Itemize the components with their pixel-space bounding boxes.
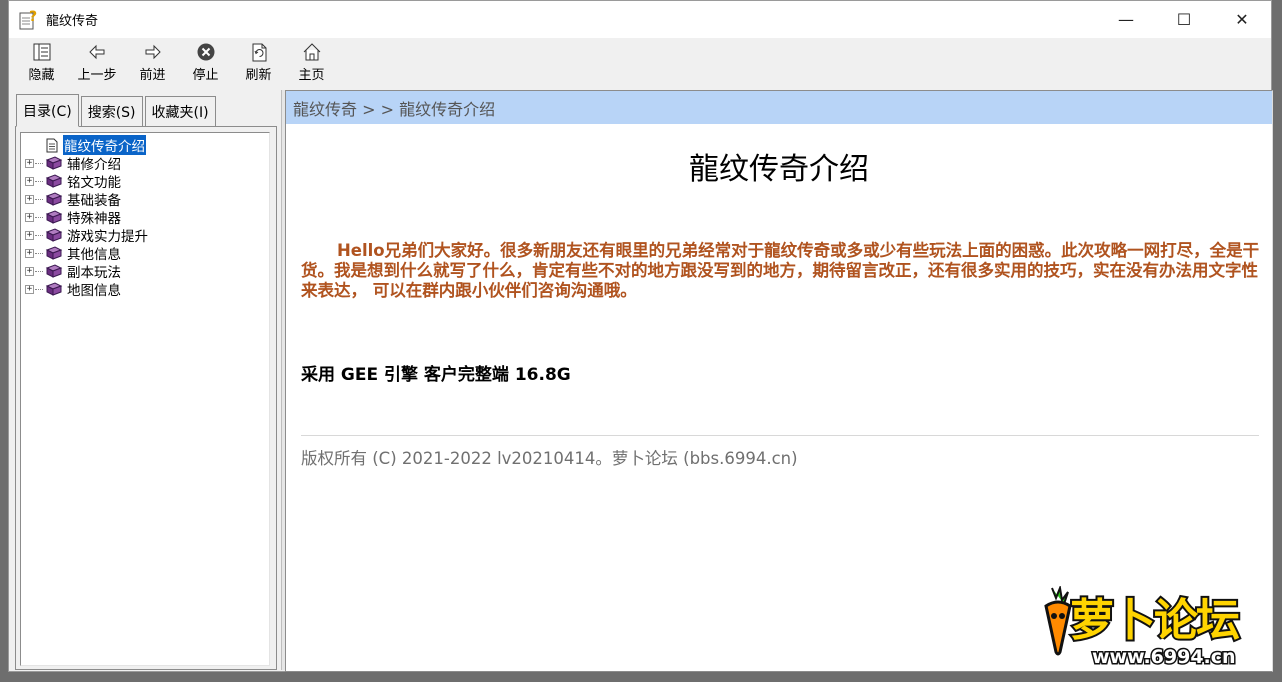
book-icon [45,246,63,260]
engine-info: 采用 GEE 引擎 客户完整端 16.8G [301,365,571,385]
home-button[interactable]: 主页 [285,38,338,86]
nav-tabs: 目录(C) 搜索(S) 收藏夹(I) [12,90,280,127]
svg-text:?: ? [29,9,37,25]
hide-button[interactable]: 隐藏 [15,38,68,86]
book-icon [45,192,63,206]
watermark-logo: 萝卜论坛 www.6994.cn [1030,580,1270,672]
contents-panel: 龍纹传奇介绍 + 辅修介绍 + 铭文功能 + 基础装备 + 特殊神器 + 游戏实… [15,126,277,670]
toolbar: 隐藏 上一步 前进 停止 刷新 主页 [9,38,1271,87]
book-icon [45,282,63,296]
tree-item-book[interactable]: + 铭文功能 [21,172,269,191]
tree-item-label: 特殊神器 [67,211,121,227]
book-icon [45,228,63,242]
copyright-text: 版权所有 (C) 2021-2022 lv20210414。萝卜论坛 (bbs.… [301,449,798,468]
forward-button[interactable]: 前进 [126,38,179,86]
window-title: 龍纹传奇 [46,14,99,29]
tree-item-label: 地图信息 [67,283,121,299]
expand-toggle[interactable]: + [25,248,34,258]
refresh-label: 刷新 [245,68,272,83]
tree-item-label: 铭文功能 [67,175,121,191]
forward-arrow-icon [143,41,163,63]
tab-favorites[interactable]: 收藏夹(I) [144,96,216,127]
tree-item-label: 辅修介绍 [67,157,121,173]
close-button[interactable]: ✕ [1213,1,1271,38]
tree-item-book[interactable]: + 基础装备 [21,190,269,209]
minimize-button[interactable]: — [1097,1,1155,38]
tab-contents[interactable]: 目录(C) [16,94,79,127]
tree-item-book[interactable]: + 副本玩法 [21,262,269,281]
contents-tree[interactable]: 龍纹传奇介绍 + 辅修介绍 + 铭文功能 + 基础装备 + 特殊神器 + 游戏实… [20,132,270,666]
tree-item-book[interactable]: + 辅修介绍 [21,154,269,173]
tree-item-book[interactable]: + 其他信息 [21,244,269,263]
expand-toggle[interactable]: + [25,194,34,204]
book-icon [45,174,63,188]
breadcrumb-text: 龍纹传奇 > > 龍纹传奇介绍 [293,99,496,119]
back-label: 上一步 [77,68,117,83]
watermark-url: www.6994.cn [1091,645,1238,670]
stop-label: 停止 [192,68,219,83]
home-icon [302,41,322,63]
back-arrow-icon [87,41,107,63]
expand-toggle[interactable]: + [25,176,34,186]
expand-toggle[interactable]: + [25,158,34,168]
refresh-icon [249,41,269,63]
title-bar: ? 龍纹传奇 — ☐ ✕ [9,1,1271,38]
forward-label: 前进 [139,68,166,83]
breadcrumb: 龍纹传奇 > > 龍纹传奇介绍 [286,91,1272,124]
home-label: 主页 [298,68,325,83]
help-window: ? 龍纹传奇 — ☐ ✕ 隐藏 上一步 前进 停止 刷新 主页 目录(C) 搜索… [8,0,1273,672]
book-icon [45,210,63,224]
page-icon [45,138,59,153]
page-title: 龍纹传奇介绍 [689,152,869,187]
stop-button[interactable]: 停止 [179,38,232,86]
tree-item-book[interactable]: + 特殊神器 [21,208,269,227]
hide-pane-icon [32,41,52,63]
expand-toggle[interactable]: + [25,212,34,222]
tree-item-label: 副本玩法 [67,265,121,281]
stop-icon [196,41,216,63]
tree-item-label: 其他信息 [67,247,121,263]
refresh-button[interactable]: 刷新 [232,38,285,86]
tree-item-label: 游戏实力提升 [67,229,148,245]
tree-item-label: 龍纹传奇介绍 [63,135,146,155]
help-app-icon: ? [18,9,40,31]
tree-item-book[interactable]: + 游戏实力提升 [21,226,269,245]
expand-toggle[interactable]: + [25,284,34,294]
maximize-button[interactable]: ☐ [1155,1,1213,38]
expand-toggle[interactable]: + [25,266,34,276]
tree-item-label: 基础装备 [67,193,121,209]
expand-toggle[interactable]: + [25,230,34,240]
book-icon [45,156,63,170]
tab-search[interactable]: 搜索(S) [80,96,143,127]
book-icon [45,264,63,278]
watermark-brand: 萝卜论坛 [1068,593,1242,648]
tree-item-book[interactable]: + 地图信息 [21,280,269,299]
tree-item-intro[interactable]: 龍纹传奇介绍 [21,135,269,155]
divider [301,435,1259,436]
navigation-pane: 目录(C) 搜索(S) 收藏夹(I) 龍纹传奇介绍 + 辅修介绍 + 铭文功能 … [12,90,280,670]
back-button[interactable]: 上一步 [68,38,126,86]
intro-paragraph: Hello兄弟们大家好。很多新朋友还有眼里的兄弟经常对于龍纹传奇或多或少有些玩法… [301,241,1260,300]
hide-label: 隐藏 [28,68,55,83]
